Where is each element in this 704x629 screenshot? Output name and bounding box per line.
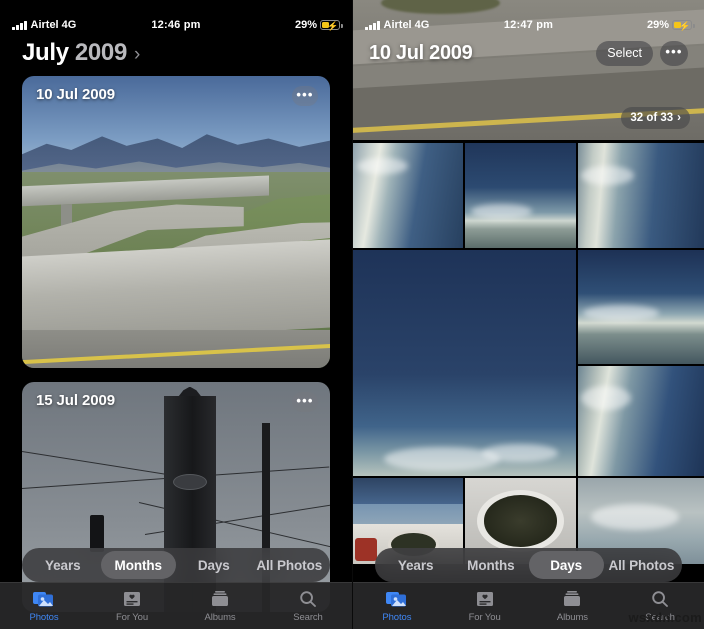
- tab-photos[interactable]: Photos: [0, 588, 88, 623]
- chevron-right-icon: ›: [677, 112, 681, 124]
- photo-card-date: 15 Jul 2009: [36, 392, 115, 409]
- page-title: 10 Jul 2009: [369, 41, 473, 64]
- photo-card-more-button[interactable]: •••: [292, 392, 318, 412]
- search-icon: [650, 588, 670, 610]
- phone-screen-day: Airtel 4G 12:47 pm 29% ⚡ 10 Jul 2009 Sel…: [352, 0, 704, 629]
- months-header: July 2009 ›: [0, 36, 352, 70]
- signal-bars-icon: [12, 20, 27, 30]
- more-options-button[interactable]: •••: [660, 40, 688, 66]
- photo-card-more-button[interactable]: •••: [292, 86, 318, 106]
- segment-months[interactable]: Months: [100, 551, 176, 579]
- status-bar-left-group: Airtel 4G: [365, 19, 504, 31]
- clock-label: 12:47 pm: [503, 19, 554, 31]
- photo-count-badge[interactable]: 32 of 33 ›: [621, 107, 690, 129]
- battery-icon: ⚡: [320, 20, 343, 31]
- segment-months[interactable]: Months: [453, 551, 528, 579]
- highway-photo: [22, 76, 330, 368]
- photo-thumbnail-large[interactable]: [353, 250, 576, 476]
- select-button[interactable]: Select: [596, 40, 653, 66]
- clock-label: 12:46 pm: [151, 19, 201, 31]
- tab-label: Albums: [204, 612, 236, 623]
- photo-card[interactable]: 10 Jul 2009 •••: [22, 76, 330, 368]
- tab-search[interactable]: Search: [264, 588, 352, 623]
- watermark: wsxdn.com: [628, 610, 702, 625]
- segment-all-photos[interactable]: All Photos: [604, 551, 679, 579]
- status-bar-right-group: 29% ⚡: [553, 19, 695, 31]
- battery-percent-label: 29%: [646, 19, 670, 31]
- photos-icon: [385, 588, 408, 610]
- status-bar-right: Airtel 4G 12:47 pm 29% ⚡: [353, 15, 704, 35]
- tab-label: For You: [115, 612, 149, 623]
- photos-icon: [33, 588, 55, 610]
- tab-label: Albums: [556, 612, 588, 623]
- photo-thumbnail[interactable]: [578, 250, 704, 364]
- status-bar-right-group: 29% ⚡: [201, 19, 343, 31]
- tab-label: Search: [293, 612, 323, 623]
- tab-label: Photos: [29, 612, 59, 623]
- carrier-label: Airtel 4G: [30, 19, 77, 31]
- tab-albums[interactable]: Albums: [529, 588, 617, 623]
- battery-icon: ⚡: [672, 20, 695, 31]
- view-mode-segmented-control[interactable]: Years Months Days All Photos: [22, 548, 330, 582]
- page-title[interactable]: July 2009 ›: [22, 39, 140, 67]
- search-icon: [298, 588, 318, 610]
- view-mode-segmented-control[interactable]: Years Months Days All Photos: [375, 548, 682, 582]
- albums-icon: [210, 588, 230, 610]
- screenshot-root: Airtel 4G 12:46 pm 29% ⚡ July 2009 › 10 …: [0, 0, 704, 629]
- month-cards-list[interactable]: 10 Jul 2009 ••• 15 Jul 2009 •••: [0, 76, 352, 629]
- photo-thumbnail[interactable]: [464, 143, 577, 248]
- status-bar-left: Airtel 4G 12:46 pm 29% ⚡: [0, 15, 352, 35]
- for-you-icon: [475, 588, 495, 610]
- photo-thumbnail[interactable]: [578, 143, 704, 248]
- segment-years[interactable]: Years: [378, 551, 453, 579]
- month-label: July: [22, 39, 69, 66]
- photo-thumbnail[interactable]: [353, 143, 463, 248]
- photo-thumbnail[interactable]: [578, 366, 704, 476]
- albums-icon: [562, 588, 582, 610]
- tab-label: For You: [468, 612, 501, 623]
- tab-photos[interactable]: Photos: [353, 588, 441, 623]
- status-bar-left-group: Airtel 4G: [12, 19, 151, 31]
- tab-label: Photos: [382, 612, 412, 623]
- for-you-icon: [122, 588, 142, 610]
- tab-albums[interactable]: Albums: [176, 588, 264, 623]
- year-label: 2009: [74, 39, 128, 66]
- phone-screen-months: Airtel 4G 12:46 pm 29% ⚡ July 2009 › 10 …: [0, 0, 352, 629]
- segment-days[interactable]: Days: [528, 551, 604, 579]
- tab-bar[interactable]: Photos For You Albums Search: [0, 582, 352, 629]
- carrier-label: Airtel 4G: [383, 19, 430, 31]
- grid-column: [578, 250, 704, 476]
- tab-for-you[interactable]: For You: [88, 588, 176, 623]
- segment-years[interactable]: Years: [25, 551, 101, 579]
- signal-bars-icon: [365, 20, 380, 30]
- chevron-right-icon[interactable]: ›: [134, 44, 140, 65]
- photo-card-date: 10 Jul 2009: [36, 86, 115, 103]
- photo-count-label: 32 of 33: [630, 112, 674, 124]
- tab-for-you[interactable]: For You: [441, 588, 529, 623]
- grid-row: [353, 250, 704, 476]
- day-header: 10 Jul 2009 Select •••: [353, 36, 704, 70]
- grid-row: [353, 143, 704, 248]
- segment-all-photos[interactable]: All Photos: [252, 551, 328, 579]
- battery-percent-label: 29%: [294, 19, 318, 31]
- segment-days[interactable]: Days: [176, 551, 252, 579]
